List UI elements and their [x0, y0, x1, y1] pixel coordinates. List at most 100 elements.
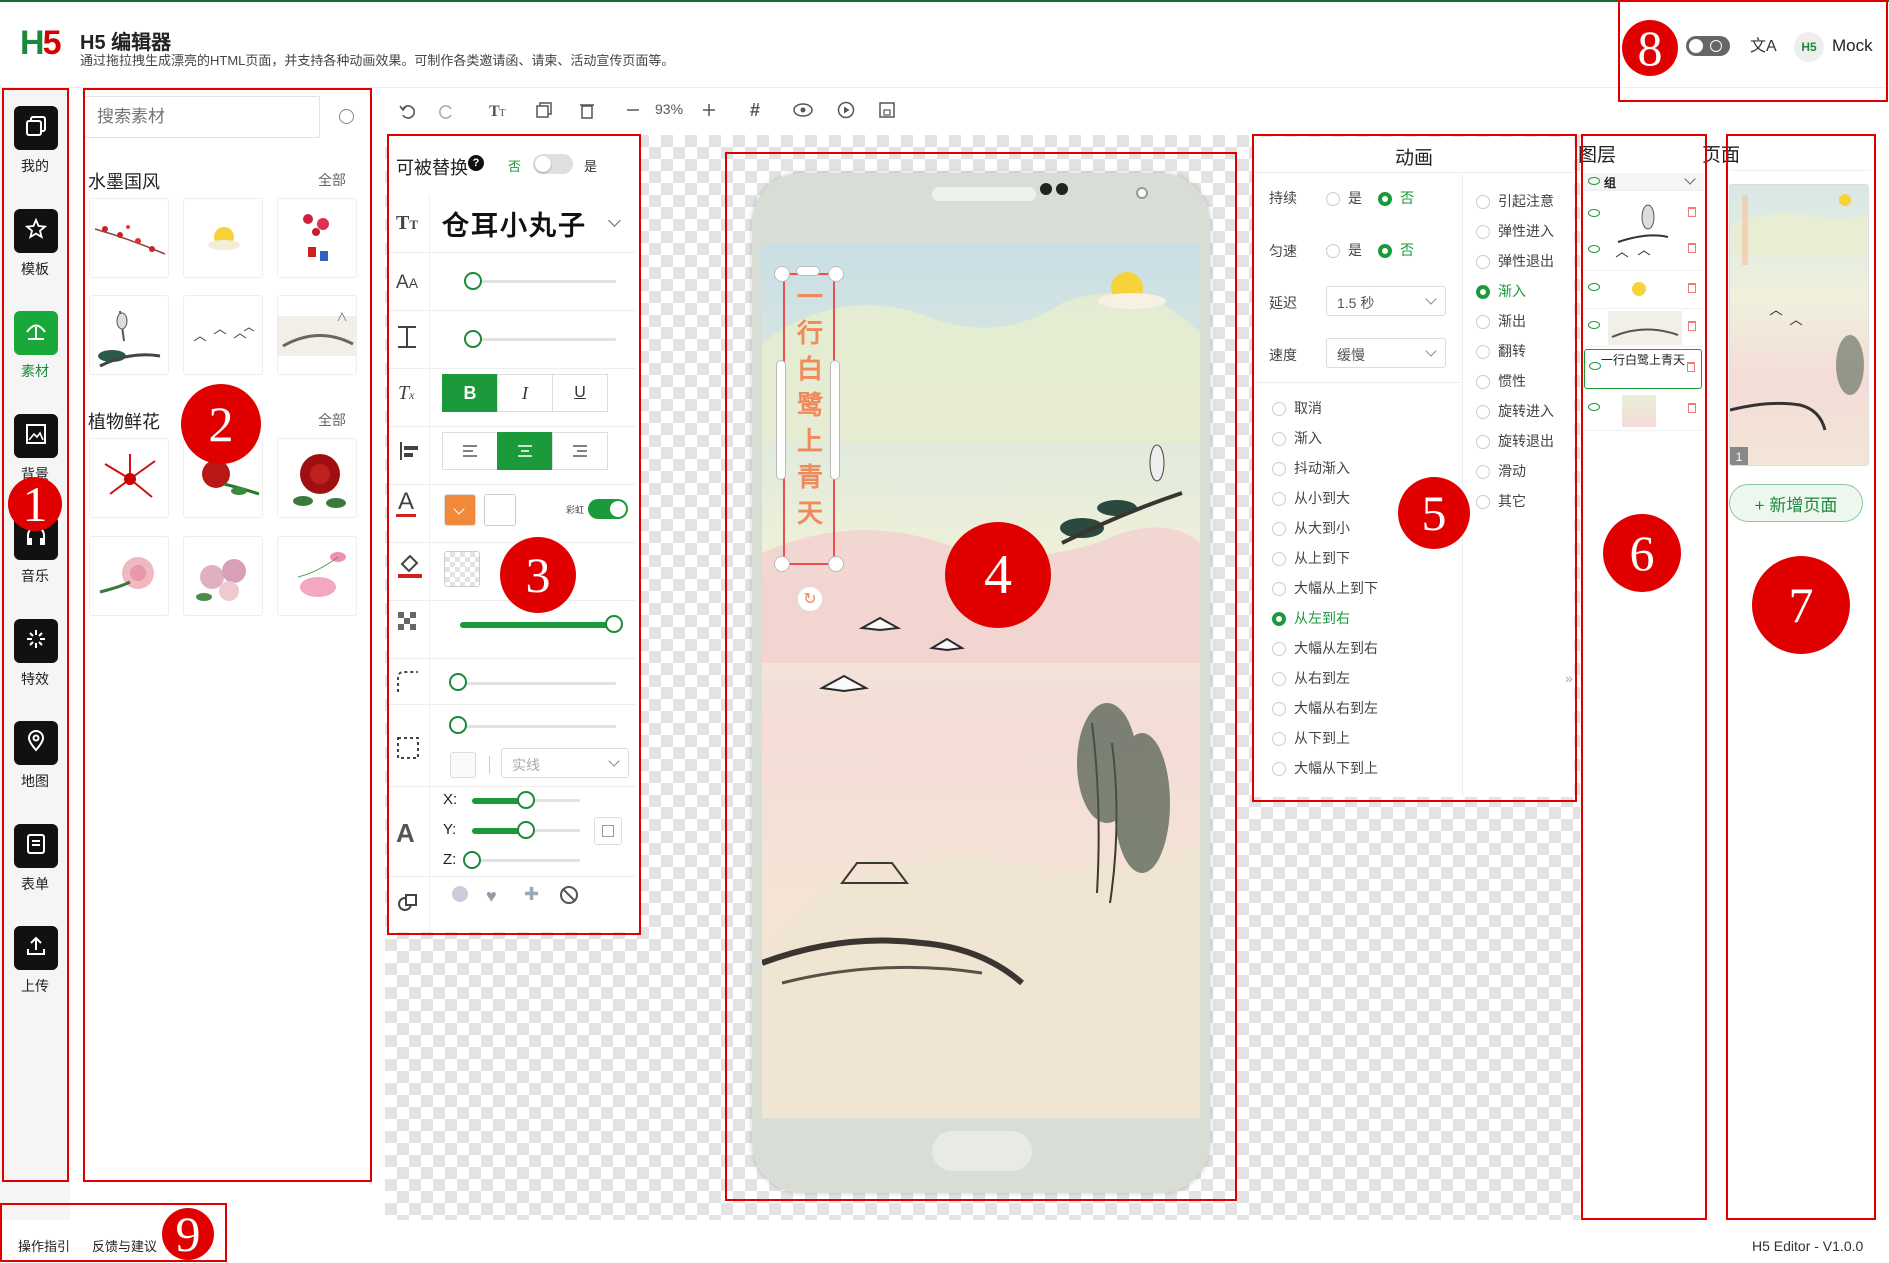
animation-option[interactable]: 从右到左 [1272, 668, 1350, 688]
user-name[interactable]: Mock [1832, 36, 1873, 56]
delete-layer-icon[interactable] [1688, 403, 1696, 413]
zoom-in-icon[interactable] [697, 98, 721, 122]
help-icon[interactable]: ? [468, 155, 484, 171]
layer-item-background[interactable] [1584, 391, 1702, 431]
animation-option[interactable]: 翻转 [1476, 341, 1526, 361]
layer-visible-icon[interactable] [1588, 403, 1600, 411]
material-thumb-rose-bouquet[interactable] [183, 536, 263, 616]
puzzle-shape-icon[interactable]: ✚ [524, 884, 539, 905]
layer-visible-icon[interactable] [1588, 177, 1600, 185]
animation-option[interactable]: 从上到下 [1272, 548, 1350, 568]
radius-slider[interactable] [458, 682, 616, 685]
line-height-slider[interactable] [464, 338, 616, 341]
layer-item-crane[interactable] [1584, 193, 1702, 271]
copy-icon[interactable] [532, 98, 556, 122]
undo-icon[interactable] [395, 98, 419, 122]
opacity-knob[interactable] [605, 615, 623, 633]
material-thumb-pink-flower[interactable] [277, 536, 357, 616]
persist-yes-radio[interactable]: 是 [1326, 188, 1362, 208]
animation-option[interactable]: 弹性退出 [1476, 251, 1554, 271]
layer-item-text-selected[interactable]: 一行白鹭上青天 [1584, 349, 1702, 389]
radius-knob[interactable] [449, 673, 467, 691]
animation-option[interactable]: 旋转退出 [1476, 431, 1554, 451]
material-thumb-dark-rose[interactable] [277, 438, 357, 518]
font-color-swatch[interactable] [444, 494, 476, 526]
page-thumb-1[interactable]: 1 [1729, 184, 1869, 466]
animation-option[interactable]: 惯性 [1476, 371, 1526, 391]
theme-toggle[interactable] [1686, 36, 1730, 56]
delay-select[interactable]: 1.5 秒 [1326, 286, 1446, 316]
layer-visible-icon[interactable] [1588, 245, 1600, 253]
color-picker-swatch[interactable] [484, 494, 516, 526]
font-name[interactable]: 仓耳小丸子 [442, 204, 587, 243]
reset-rotate-button[interactable] [594, 817, 622, 845]
resize-handle-right[interactable] [830, 360, 840, 480]
circle-shape-icon[interactable] [452, 886, 468, 902]
animation-option[interactable]: 渐入 [1476, 281, 1526, 301]
italic-button[interactable]: I [497, 374, 553, 412]
material-thumb-bridge[interactable] [277, 295, 357, 375]
nav-star[interactable] [14, 208, 58, 253]
material-thumb-sun[interactable] [183, 198, 263, 278]
material-thumb-pink-rose[interactable] [89, 536, 169, 616]
animation-option[interactable]: 渐入 [1272, 428, 1322, 448]
speed-select[interactable]: 缓慢 [1326, 338, 1446, 368]
zoom-out-icon[interactable] [621, 98, 645, 122]
section-more-ink[interactable]: 全部 [318, 170, 346, 190]
align-center-button[interactable] [497, 432, 553, 470]
vertical-text-element[interactable]: 一行白鹭上青天 [793, 279, 827, 531]
animation-option[interactable]: 引起注意 [1476, 191, 1554, 211]
layer-item-bridge[interactable] [1584, 309, 1702, 347]
resize-handle-br[interactable] [828, 556, 844, 572]
add-text-icon[interactable]: TT [488, 98, 512, 122]
feedback-link[interactable]: 反馈与建议 [92, 1236, 157, 1255]
animation-option[interactable]: 取消 [1272, 398, 1322, 418]
gradient-toggle[interactable] [588, 499, 628, 519]
resize-handle-tl[interactable] [774, 266, 790, 282]
animation-option[interactable]: 旋转进入 [1476, 401, 1554, 421]
animation-option[interactable]: 渐出 [1476, 311, 1526, 331]
rotate-handle-icon[interactable]: ↻ [797, 586, 823, 612]
animation-option[interactable]: 大幅从右到左 [1272, 698, 1378, 718]
animation-option[interactable]: 从左到右 [1272, 608, 1350, 628]
translate-icon[interactable]: 文A [1750, 32, 1777, 56]
heart-shape-icon[interactable]: ♥ [486, 886, 497, 907]
user-avatar[interactable]: H5 [1794, 32, 1824, 62]
selected-text-frame[interactable]: 一行白鹭上青天 [783, 273, 835, 565]
no-shape-icon[interactable] [560, 886, 578, 904]
delete-layer-icon[interactable] [1688, 283, 1696, 293]
animation-option[interactable]: 大幅从下到上 [1272, 758, 1378, 778]
add-page-button[interactable]: + 新增页面 [1729, 484, 1863, 522]
nav-upload[interactable] [14, 926, 58, 970]
nav-sparkle[interactable] [14, 618, 58, 663]
material-thumb-plum-branch[interactable] [89, 198, 169, 278]
play-icon[interactable] [834, 98, 858, 122]
font-size-slider[interactable] [464, 280, 616, 283]
grid-icon[interactable]: # [743, 98, 767, 122]
rotate-z-slider[interactable] [472, 859, 580, 862]
persist-no-radio[interactable]: 否 [1378, 188, 1414, 208]
animation-option[interactable]: 大幅从上到下 [1272, 578, 1378, 598]
redo-icon[interactable] [435, 98, 459, 122]
animation-option[interactable]: 大幅从左到右 [1272, 638, 1378, 658]
delete-icon[interactable] [575, 98, 599, 122]
underline-button[interactable]: U [552, 374, 608, 412]
search-icon[interactable] [339, 109, 354, 124]
material-thumb-lanterns[interactable] [277, 198, 357, 278]
animation-option[interactable]: 滑动 [1476, 461, 1526, 481]
resize-handle-top[interactable] [796, 266, 820, 276]
rotate-x-knob[interactable] [517, 791, 535, 809]
uniform-no-radio[interactable]: 否 [1378, 240, 1414, 260]
layer-item-sun[interactable] [1584, 271, 1702, 309]
animation-option[interactable]: 从下到上 [1272, 728, 1350, 748]
nav-form[interactable] [14, 823, 58, 868]
replaceable-toggle[interactable] [533, 154, 573, 174]
resize-handle-bl[interactable] [774, 556, 790, 572]
guide-link[interactable]: 操作指引 [18, 1236, 70, 1255]
section-more-flowers[interactable]: 全部 [318, 410, 346, 430]
resize-handle-tr[interactable] [828, 266, 844, 282]
delete-layer-icon[interactable] [1688, 321, 1696, 331]
preview-eye-icon[interactable] [791, 98, 815, 122]
align-left-button[interactable] [442, 432, 498, 470]
uniform-yes-radio[interactable]: 是 [1326, 240, 1362, 260]
